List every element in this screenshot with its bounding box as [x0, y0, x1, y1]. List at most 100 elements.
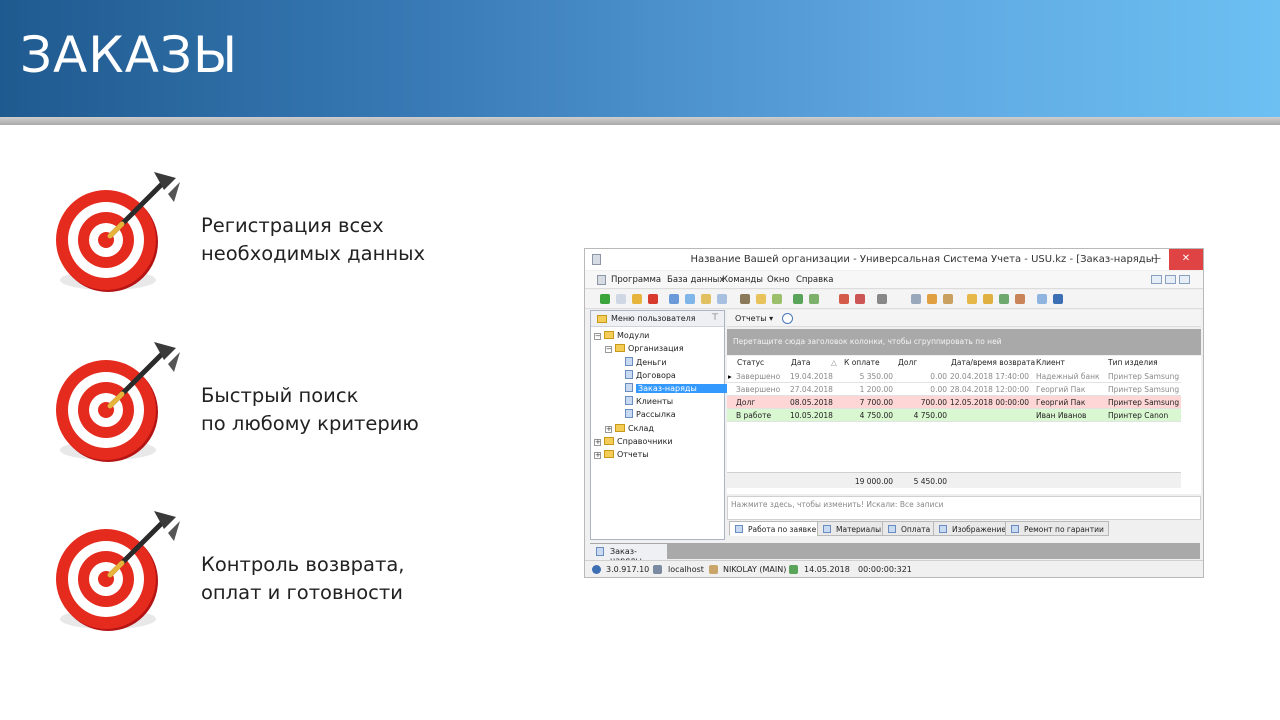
- tree-item-organization[interactable]: Организация: [615, 344, 684, 356]
- table-row[interactable]: В работе 10.05.2018 4 750.00 4 750.00 Ив…: [727, 409, 1181, 422]
- pin-icon[interactable]: ⊤: [711, 313, 719, 323]
- tree-item-warehouse[interactable]: Склад: [615, 424, 654, 436]
- tree-item-contracts[interactable]: Договора: [625, 370, 676, 382]
- edit-icon[interactable]: [632, 294, 642, 304]
- tree-expand-icon[interactable]: +: [605, 426, 612, 433]
- cell-client: Георгий Пак: [1036, 385, 1086, 394]
- tree-item-directories[interactable]: Справочники: [604, 437, 673, 449]
- menu-item-program[interactable]: Программа: [611, 275, 661, 285]
- column-header-debt[interactable]: Долг: [898, 358, 917, 367]
- table-row[interactable]: Долг 08.05.2018 7 700.00 700.00 12.05.20…: [727, 396, 1181, 409]
- tab-materials[interactable]: Материалы: [817, 521, 886, 536]
- clock-icon[interactable]: [782, 313, 793, 324]
- current-row-indicator: ▸: [728, 372, 732, 381]
- cell-to-pay: 1 200.00: [859, 385, 893, 394]
- close-button[interactable]: ✕: [1169, 249, 1203, 270]
- cell-client: Георгий Пак: [1036, 398, 1086, 407]
- import-icon[interactable]: [772, 294, 782, 304]
- print-icon[interactable]: [740, 294, 750, 304]
- mdi-minimize-button[interactable]: [1151, 275, 1162, 284]
- report-icon[interactable]: [809, 294, 819, 304]
- feature-line: Быстрый поиск: [201, 384, 359, 407]
- tree-item-clients[interactable]: Клиенты: [625, 396, 673, 408]
- back-icon[interactable]: [877, 294, 887, 304]
- notes-field[interactable]: Нажмите здесь, чтобы изменить! Искали: В…: [727, 496, 1201, 520]
- feature-line: Регистрация всех: [201, 214, 384, 237]
- table-row[interactable]: Завершено 27.04.2018 1 200.00 0.00 28.04…: [727, 383, 1181, 396]
- tree-collapse-icon[interactable]: −: [605, 346, 612, 353]
- tree-item-modules[interactable]: Модули: [604, 331, 649, 343]
- menu-item-help[interactable]: Справка: [796, 275, 833, 285]
- users-icon[interactable]: [999, 294, 1009, 304]
- detail-tabs: Работа по заявке Материалы Оплата Изобра…: [727, 521, 1201, 537]
- feature-line: по любому критерию: [201, 412, 419, 435]
- column-header-return-datetime[interactable]: Дата/время возврата: [951, 358, 1035, 367]
- tab-payment[interactable]: Оплата: [882, 521, 936, 536]
- tree-expand-icon[interactable]: +: [594, 439, 601, 446]
- settings-icon[interactable]: [927, 294, 937, 304]
- window-icon[interactable]: [839, 294, 849, 304]
- mdi-restore-button[interactable]: [1165, 275, 1176, 284]
- table-row[interactable]: ▸ Завершено 19.04.2018 5 350.00 0.00 20.…: [727, 370, 1181, 383]
- cell-debt: 4 750.00: [913, 411, 947, 420]
- tree-item-reports[interactable]: Отчеты: [604, 450, 649, 462]
- delete-icon[interactable]: [648, 294, 658, 304]
- document-icon: [939, 525, 947, 533]
- tools-icon[interactable]: [911, 294, 921, 304]
- info-icon[interactable]: [1053, 294, 1063, 304]
- window-close-icon[interactable]: [855, 294, 865, 304]
- filter-icon[interactable]: [685, 294, 695, 304]
- document-tab-work-orders[interactable]: Заказ-наряды: [590, 544, 667, 565]
- copy-icon[interactable]: [616, 294, 626, 304]
- tree-item-money[interactable]: Деньги: [625, 357, 667, 369]
- book-icon[interactable]: [1037, 294, 1047, 304]
- sort-icon[interactable]: [701, 294, 711, 304]
- cell-debt: 700.00: [920, 398, 947, 407]
- excel-icon[interactable]: [793, 294, 803, 304]
- box-icon[interactable]: [1015, 294, 1025, 304]
- cell-status: Завершено: [736, 372, 781, 381]
- tab-image[interactable]: Изображение: [933, 521, 1011, 536]
- lock-icon[interactable]: [967, 294, 977, 304]
- target-dart-icon: [56, 342, 180, 462]
- tree-item-work-orders[interactable]: Заказ-наряды: [625, 383, 727, 395]
- key-icon[interactable]: [983, 294, 993, 304]
- tab-work-on-request[interactable]: Работа по заявке: [729, 521, 822, 536]
- notes-icon[interactable]: [943, 294, 953, 304]
- column-header-client[interactable]: Клиент: [1036, 358, 1065, 367]
- reports-dropdown[interactable]: Отчеты ▾: [735, 314, 773, 323]
- export-icon[interactable]: [756, 294, 766, 304]
- menu-item-database[interactable]: База данных: [667, 275, 724, 285]
- refresh-icon[interactable]: [717, 294, 727, 304]
- mdi-close-button[interactable]: [1179, 275, 1190, 284]
- cell-status: Долг: [736, 398, 756, 407]
- cell-return: 12.05.2018 00:00:00: [950, 398, 1030, 407]
- tree-expand-icon[interactable]: +: [594, 452, 601, 459]
- column-header-date[interactable]: Дата: [791, 358, 810, 367]
- sort-asc-icon: △: [831, 358, 837, 367]
- folder-icon: [604, 450, 614, 458]
- group-by-panel[interactable]: Перетащите сюда заголовок колонки, чтобы…: [727, 329, 1201, 355]
- add-icon[interactable]: [600, 294, 610, 304]
- cell-date: 10.05.2018: [790, 411, 833, 420]
- column-header-status[interactable]: Статус: [737, 358, 764, 367]
- window-titlebar: Название Вашей организации - Универсальн…: [585, 249, 1203, 270]
- main-panel: Отчеты ▾ Перетащите сюда заголовок колон…: [727, 310, 1201, 542]
- menu-item-window[interactable]: Окно: [767, 275, 790, 285]
- total-debt: 5 450.00: [913, 477, 947, 486]
- header-banner: ЗАКАЗЫ: [0, 0, 1280, 117]
- status-timer: 00:00:00:321: [858, 565, 912, 574]
- tree-collapse-icon[interactable]: −: [594, 333, 601, 340]
- tree-item-mailing[interactable]: Рассылка: [625, 409, 676, 421]
- minimize-button[interactable]: —: [1143, 249, 1169, 270]
- column-header-to-pay[interactable]: К оплате: [844, 358, 880, 367]
- column-header-item-type[interactable]: Тип изделия: [1108, 358, 1158, 367]
- status-bar: 3.0.917.10 localhost NIKOLAY (MAIN) 14.0…: [585, 560, 1203, 577]
- menu-item-commands[interactable]: Команды: [722, 275, 763, 285]
- app-window: Название Вашей организации - Универсальн…: [584, 248, 1204, 578]
- cell-to-pay: 4 750.00: [859, 411, 893, 420]
- feature-text: Контроль возврата, оплат и готовности: [201, 551, 404, 607]
- app-menu-icon[interactable]: [597, 275, 606, 285]
- search-icon[interactable]: [669, 294, 679, 304]
- tab-warranty-repair[interactable]: Ремонт по гарантии: [1005, 521, 1109, 536]
